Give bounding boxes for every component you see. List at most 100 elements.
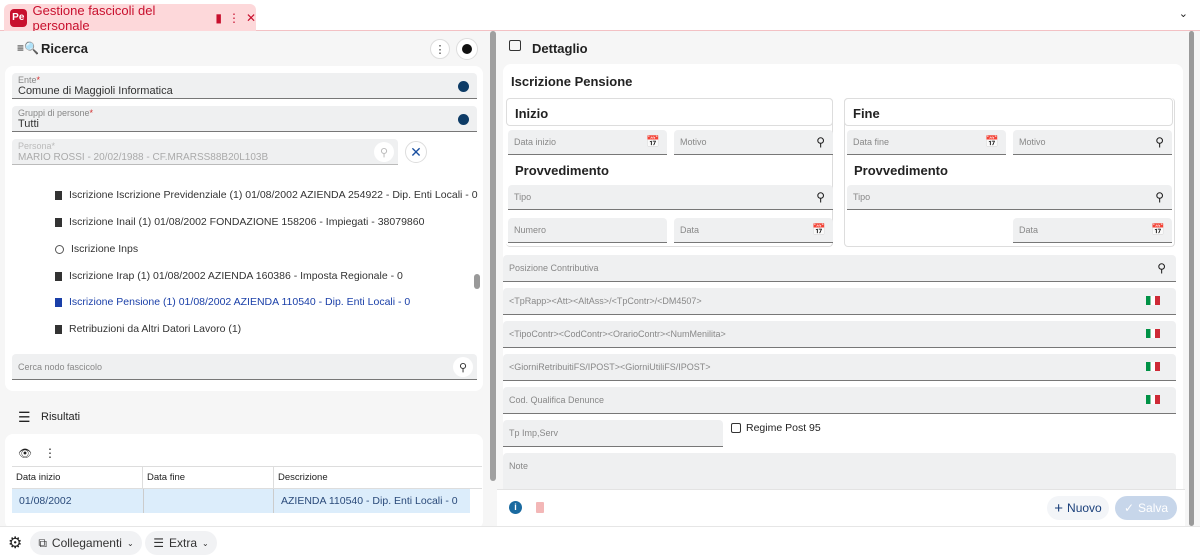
regime-post-95-checkbox[interactable]: Regime Post 95 bbox=[731, 422, 821, 434]
app-logo: Pe bbox=[10, 8, 27, 27]
ricerca-card: Ente* Comune di Maggioli Informatica Gru… bbox=[5, 66, 483, 391]
collegamenti-button[interactable]: ⧉ Collegamenti ⌄ bbox=[30, 531, 142, 555]
search-icon[interactable]: ⚲ bbox=[374, 142, 394, 162]
tab-gestione-fascicoli[interactable]: Pe Gestione fascicoli del personale ▮ ⋮ … bbox=[4, 2, 256, 33]
tipocontr-field[interactable]: <TipoContr><CodContr><OrarioContr><NumMe… bbox=[503, 321, 1176, 348]
italy-flag-icon[interactable] bbox=[1146, 362, 1160, 371]
collapse-button[interactable] bbox=[456, 38, 478, 60]
salva-button[interactable]: ✓ Salva bbox=[1115, 496, 1177, 520]
search-icon[interactable]: ⚲ bbox=[816, 135, 825, 149]
document-icon bbox=[55, 271, 62, 281]
tree-item[interactable]: Iscrizione Iscrizione Previdenziale (1) … bbox=[55, 189, 478, 201]
table-row[interactable]: 01/08/2002 AZIENDA 110540 - Dip. Enti Lo… bbox=[12, 489, 470, 513]
dettaglio-title: Dettaglio bbox=[532, 41, 588, 56]
search-icon[interactable]: ⚲ bbox=[1155, 135, 1164, 149]
risultati-title: Risultati bbox=[41, 411, 81, 423]
tab-title: Gestione fascicoli del personale bbox=[32, 2, 156, 33]
column-header[interactable]: Descrizione bbox=[274, 472, 328, 483]
dropdown-icon bbox=[458, 114, 469, 125]
ente-select[interactable]: Ente* Comune di Maggioli Informatica bbox=[12, 73, 477, 99]
italy-flag-icon[interactable] bbox=[1146, 296, 1160, 305]
chevron-down-icon[interactable]: ⌄ bbox=[1179, 7, 1188, 20]
tree-item[interactable]: Retribuzioni da Altri Datori Lavoro (1) bbox=[55, 323, 241, 335]
tree-scrollbar[interactable] bbox=[474, 274, 480, 289]
dettaglio-footer: i + Nuovo ✓ Salva bbox=[497, 489, 1185, 526]
extra-button[interactable]: ☰ Extra ⌄ bbox=[145, 531, 217, 555]
document-icon bbox=[55, 217, 62, 227]
calendar-icon[interactable]: 📅 bbox=[1151, 223, 1165, 236]
splitter-scrollbar[interactable] bbox=[490, 31, 496, 481]
calendar-icon[interactable]: 📅 bbox=[812, 223, 826, 236]
more-icon[interactable]: ⋮ bbox=[228, 11, 240, 25]
search-icon[interactable]: ⚲ bbox=[1155, 190, 1164, 204]
search-icon[interactable]: ⚲ bbox=[1157, 261, 1166, 275]
document-icon bbox=[55, 190, 62, 200]
tp-imp-serv-field[interactable]: Tp Imp,Serv bbox=[503, 420, 723, 447]
clear-persona-button[interactable]: ✕ bbox=[405, 141, 427, 163]
tree-item[interactable]: Iscrizione Inail (1) 01/08/2002 FONDAZIO… bbox=[55, 216, 424, 228]
calendar-icon[interactable]: 📅 bbox=[985, 135, 999, 148]
numero-field[interactable]: Numero bbox=[508, 218, 667, 243]
more-icon[interactable]: ⋮ bbox=[44, 446, 56, 460]
column-header[interactable]: Data inizio bbox=[12, 466, 143, 489]
cod-qualifica-field[interactable]: Cod. Qualifica Denunce bbox=[503, 387, 1176, 414]
search-icon[interactable]: ⚲ bbox=[816, 190, 825, 204]
motivo-inizio-field[interactable]: Motivo ⚲ bbox=[674, 130, 833, 155]
posizione-contributiva-field[interactable]: Posizione Contributiva ⚲ bbox=[503, 255, 1176, 282]
chevron-down-icon: ⌄ bbox=[126, 538, 134, 548]
giorni-field[interactable]: <GiorniRetribuitiFS/IPOST><GiorniUtiliFS… bbox=[503, 354, 1176, 381]
circle-icon bbox=[55, 244, 64, 254]
info-icon[interactable]: i bbox=[509, 501, 522, 514]
chevron-down-icon: ⌄ bbox=[202, 538, 209, 548]
bookmark-icon[interactable]: ▮ bbox=[215, 11, 222, 25]
main-area: ≡🔍 Ricerca ⋮ Ente* Comune di Maggioli In… bbox=[0, 31, 1200, 529]
dropdown-icon bbox=[458, 81, 469, 92]
gear-icon[interactable]: ⚙ bbox=[8, 533, 22, 553]
tipo-fine-field[interactable]: Tipo ⚲ bbox=[847, 185, 1172, 210]
column-header[interactable]: Data fine bbox=[143, 466, 274, 489]
tprapp-field[interactable]: <TpRapp><Att><AltAss>/<TpContr>/<DM4507> bbox=[503, 288, 1176, 315]
gruppi-select[interactable]: Gruppi di persone* Tutti bbox=[12, 106, 477, 132]
delete-icon[interactable] bbox=[536, 502, 544, 513]
note-textarea[interactable]: Note bbox=[503, 453, 1176, 490]
tipo-inizio-field[interactable]: Tipo ⚲ bbox=[508, 185, 833, 210]
provvedimento-title: Provvedimento bbox=[515, 163, 609, 178]
tree-item-selected[interactable]: Iscrizione Pensione (1) 01/08/2002 AZIEN… bbox=[55, 296, 410, 308]
eye-icon[interactable]: 👁 bbox=[18, 447, 32, 460]
italy-flag-icon[interactable] bbox=[1146, 395, 1160, 404]
dettaglio-card: Iscrizione Pensione Inizio Data inizio 📅 … bbox=[503, 64, 1183, 524]
provvedimento-title: Provvedimento bbox=[854, 163, 948, 178]
italy-flag-icon[interactable] bbox=[1146, 329, 1160, 338]
list-icon: ☰ bbox=[18, 409, 31, 425]
tree-item[interactable]: Iscrizione Inps bbox=[55, 243, 138, 255]
data-provv-inizio-field[interactable]: Data 📅 bbox=[674, 218, 833, 243]
calendar-icon[interactable]: 📅 bbox=[646, 135, 660, 148]
menu-icon: ☰ bbox=[153, 536, 165, 550]
nuovo-button[interactable]: + Nuovo bbox=[1047, 496, 1109, 520]
ricerca-title: Ricerca bbox=[41, 41, 88, 56]
cerca-nodo-input[interactable]: Cerca nodo fascicolo ⚲ bbox=[12, 354, 477, 380]
persona-field[interactable]: Persona* MARIO ROSSI - 20/02/1988 - CF.M… bbox=[12, 139, 398, 165]
document-icon bbox=[55, 297, 62, 307]
tree-item[interactable]: Iscrizione Irap (1) 01/08/2002 AZIENDA 1… bbox=[55, 270, 403, 282]
external-link-icon: ⧉ bbox=[38, 535, 47, 550]
plus-icon: + bbox=[1054, 499, 1064, 517]
data-provv-fine-field[interactable]: Data 📅 bbox=[1013, 218, 1172, 243]
document-icon bbox=[55, 324, 62, 334]
inizio-header: Inizio bbox=[506, 98, 833, 126]
search-list-icon: ≡🔍 bbox=[17, 41, 39, 55]
more-button[interactable]: ⋮ bbox=[430, 39, 450, 59]
bottom-toolbar: ⚙ ⧉ Collegamenti ⌄ ☰ Extra ⌄ bbox=[0, 526, 1200, 558]
close-icon[interactable]: ✕ bbox=[246, 11, 256, 25]
search-icon[interactable]: ⚲ bbox=[453, 357, 473, 377]
tab-bar: Pe Gestione fascicoli del personale ▮ ⋮ … bbox=[0, 0, 1200, 33]
right-scrollbar[interactable] bbox=[1189, 31, 1194, 526]
data-fine-field[interactable]: Data fine 📅 bbox=[847, 130, 1006, 155]
check-icon: ✓ bbox=[1123, 501, 1135, 515]
fine-header: Fine bbox=[844, 98, 1173, 126]
motivo-fine-field[interactable]: Motivo ⚲ bbox=[1013, 130, 1172, 155]
risultati-card: 👁 ⋮ Data inizio Data fine Descrizione 01… bbox=[5, 434, 483, 529]
sidebar-toggle-icon[interactable] bbox=[509, 40, 521, 51]
data-inizio-field[interactable]: Data inizio 📅 bbox=[508, 130, 667, 155]
section-title: Iscrizione Pensione bbox=[511, 74, 633, 89]
